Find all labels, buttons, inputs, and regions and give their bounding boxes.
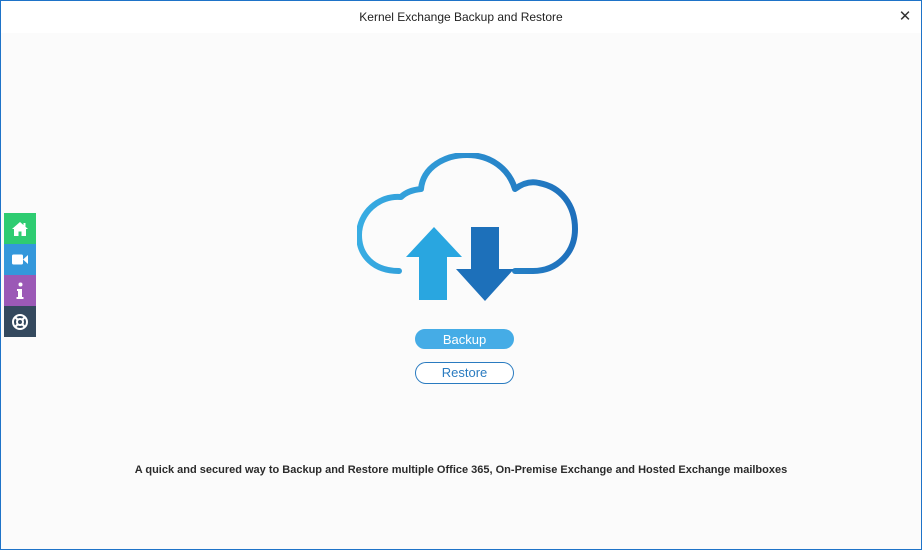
title-bar: Kernel Exchange Backup and Restore ✕ [1, 1, 921, 33]
sidebar-item-info[interactable] [4, 275, 36, 306]
cloud-upload-download-icon [357, 153, 578, 301]
video-icon [12, 254, 28, 265]
info-icon [16, 282, 24, 299]
window-title: Kernel Exchange Backup and Restore [359, 10, 563, 24]
app-window: Kernel Exchange Backup and Restore ✕ Bac… [0, 0, 922, 550]
sidebar-item-video[interactable] [4, 244, 36, 275]
sidebar [4, 213, 36, 337]
close-button[interactable]: ✕ [895, 7, 915, 27]
sidebar-item-home[interactable] [4, 213, 36, 244]
tagline-text: A quick and secured way to Backup and Re… [134, 464, 788, 476]
lifebuoy-icon [12, 313, 28, 330]
close-icon: ✕ [898, 8, 912, 25]
home-icon [12, 221, 28, 236]
sidebar-item-help[interactable] [4, 306, 36, 337]
backup-button[interactable]: Backup [415, 329, 514, 349]
restore-button[interactable]: Restore [415, 362, 514, 384]
